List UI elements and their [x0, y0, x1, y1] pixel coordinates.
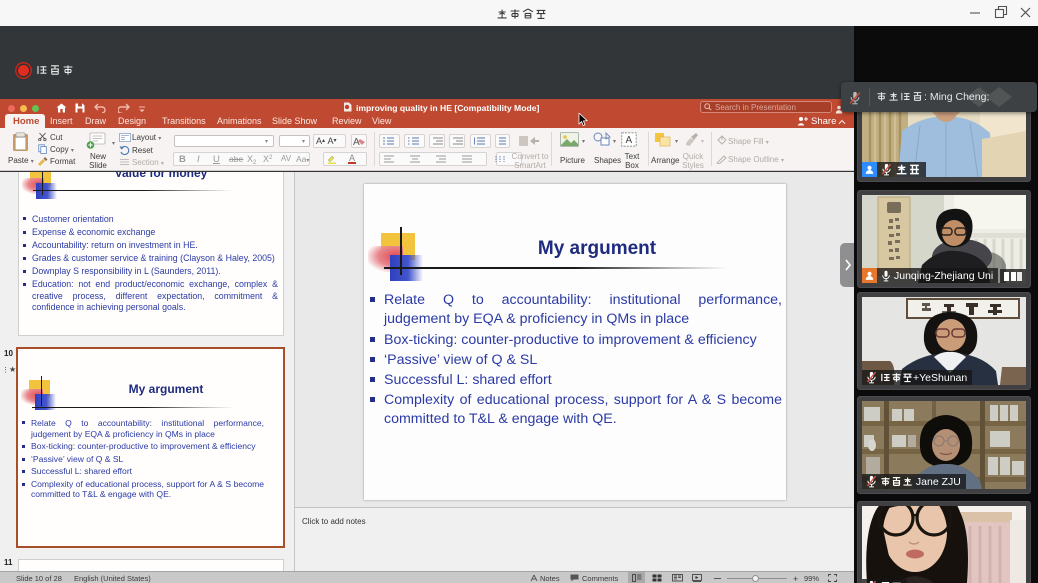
svg-text:A: A [353, 137, 360, 147]
svg-text:A: A [626, 135, 633, 146]
